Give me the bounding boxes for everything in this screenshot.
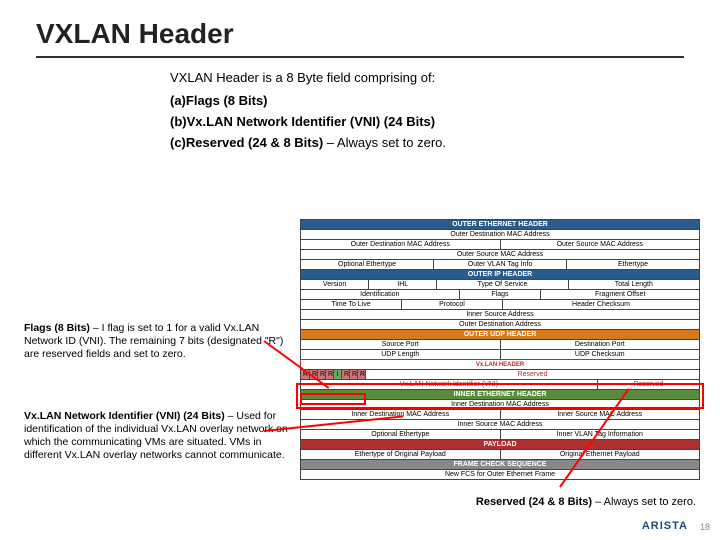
cell-reserved: Reserved [365, 370, 699, 379]
ieth-r4: Optional EthertypeInner VLAN Tag Informa… [300, 429, 700, 440]
flag-r: R [317, 370, 325, 379]
bullet-c-text: Reserved (24 & 8 Bits) [186, 135, 323, 150]
ieth-r2: Inner Destination MAC AddressInner Sourc… [300, 409, 700, 420]
cell: Source Port [301, 340, 500, 349]
cell: IHL [368, 280, 436, 289]
note-flags-bold: Flags (8 Bits) [24, 322, 90, 334]
cell: Header Checksum [502, 300, 699, 309]
oudp-r2: UDP LengthUDP Checksum [300, 349, 700, 360]
cell: Time To Live [301, 300, 401, 309]
bullet-a-text: Flags (8 Bits) [186, 93, 268, 108]
cell: Inner Source MAC Address [500, 410, 700, 419]
oip-r2: IdentificationFlagsFragment Offset [300, 289, 700, 300]
oip-r1: VersionIHLType Of ServiceTotal Length [300, 279, 700, 290]
packet-diagram: OUTER ETHERNET HEADER Outer Destination … [300, 220, 700, 480]
cell: Identification [301, 290, 459, 299]
bullet-c: (c)Reserved (24 & 8 Bits) – Always set t… [0, 135, 720, 150]
note-reserved-rest: – Always set to zero. [592, 496, 696, 508]
cell: Type Of Service [436, 280, 567, 289]
oeth-r2: Outer Destination MAC AddressOuter Sourc… [300, 239, 700, 250]
cell: Ethertype of Original Payload [301, 450, 500, 459]
ieth-r1: Inner Destination MAC Address [300, 399, 700, 410]
cell: Version [301, 280, 368, 289]
cell: Total Length [568, 280, 699, 289]
bullet-a-tag: (a) [170, 93, 186, 108]
oeth-r4: Optional EthertypeOuter VLAN Tag InfoEth… [300, 259, 700, 270]
bullet-b: (b)Vx.LAN Network Identifier (VNI) (24 B… [0, 114, 720, 129]
bullet-b-text: Vx.LAN Network Identifier (VNI) (24 Bits… [187, 114, 435, 129]
slide-title: VXLAN Header [0, 0, 720, 56]
vxlan-flags-row: R R R R I R R R Reserved [300, 369, 700, 380]
note-reserved-bold: Reserved (24 & 8 Bits) [476, 496, 592, 508]
oip-r3: Time To LiveProtocolHeader Checksum [300, 299, 700, 310]
flag-r: R [341, 370, 349, 379]
fcs-r1: New FCS for Outer Ethernet Frame [300, 469, 700, 480]
bullet-c-tag: (c) [170, 135, 186, 150]
oip-r4: Inner Source Address [300, 309, 700, 320]
oip-r5: Outer Destination Address [300, 319, 700, 330]
cell: Original Ethernet Payload [500, 450, 700, 459]
oeth-r1: Outer Destination MAC Address [300, 229, 700, 240]
oudp-r1: Source PortDestination Port [300, 339, 700, 350]
cell: Outer Source MAC Address [301, 250, 699, 259]
flag-r: R [357, 370, 365, 379]
cell: New FCS for Outer Ethernet Frame [301, 470, 699, 479]
cell: Fragment Offset [540, 290, 699, 299]
oeth-r3: Outer Source MAC Address [300, 249, 700, 260]
cell: Outer Source MAC Address [500, 240, 700, 249]
cell: Protocol [401, 300, 502, 309]
title-rule [36, 56, 684, 58]
brand-logo: ARISTA [642, 520, 688, 532]
cell: Inner Source Address [301, 310, 699, 319]
cell: Outer Destination MAC Address [301, 230, 699, 239]
bullet-c-suffix: – Always set to zero. [323, 135, 446, 150]
flag-r: R [349, 370, 357, 379]
page-number: 18 [700, 522, 710, 532]
bullet-b-tag: (b) [170, 114, 187, 129]
intro-text: VXLAN Header is a 8 Byte field comprisin… [0, 70, 720, 85]
cell: Inner Destination MAC Address [301, 400, 699, 409]
cell: Outer Destination MAC Address [301, 240, 500, 249]
payload-r1: Ethertype of Original PayloadOriginal Et… [300, 449, 700, 460]
flag-r: R [325, 370, 333, 379]
vxlan-vni-row: Vx.LAN Network Identifier (VNI)Reserved [300, 379, 700, 390]
note-vni: Vx.LAN Network Identifier (VNI) (24 Bits… [24, 410, 294, 463]
vxlan-header-label: Vx.LAN HEADER [476, 362, 524, 368]
cell: Optional Ethertype [301, 430, 500, 439]
bullet-a: (a)Flags (8 Bits) [0, 93, 720, 108]
note-flags: Flags (8 Bits) – I flag is set to 1 for … [24, 322, 294, 361]
flag-i: I [333, 370, 341, 379]
cell: Optional Ethertype [301, 260, 433, 269]
cell: UDP Length [301, 350, 500, 359]
note-reserved: Reserved (24 & 8 Bits) – Always set to z… [476, 496, 696, 508]
cell: Flags [459, 290, 541, 299]
cell: Destination Port [500, 340, 700, 349]
cell: Outer Destination Address [301, 320, 699, 329]
note-vni-bold: Vx.LAN Network Identifier (VNI) (24 Bits… [24, 410, 225, 422]
cell: UDP Checksum [500, 350, 700, 359]
cell: Outer VLAN Tag Info [433, 260, 566, 269]
cell: Ethertype [566, 260, 699, 269]
cell-reserved2: Reserved [597, 380, 699, 389]
cell-vni: Vx.LAN Network Identifier (VNI) [301, 380, 597, 389]
